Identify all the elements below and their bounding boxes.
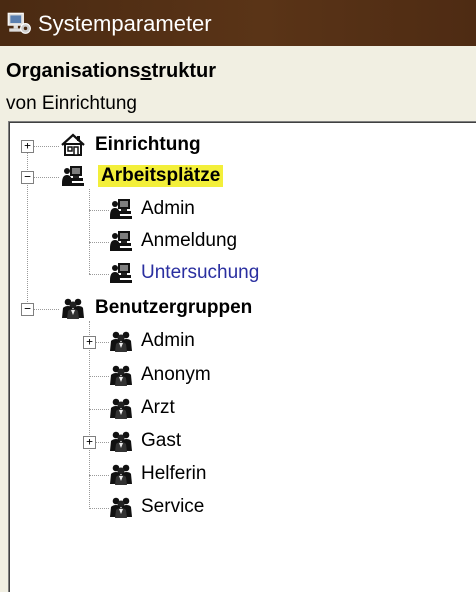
workstation-icon — [109, 229, 133, 253]
user-group-icon — [109, 429, 133, 453]
workstation-icon — [61, 164, 85, 188]
title-bar: Systemparameter — [0, 0, 476, 46]
house-icon — [61, 133, 85, 157]
tree-connector — [89, 475, 109, 476]
settings-icon — [7, 12, 31, 34]
user-group-icon — [109, 396, 133, 420]
collapse-toggle-benutzergruppen[interactable]: − — [21, 303, 34, 316]
tree-connector — [89, 376, 109, 377]
user-group-icon — [109, 495, 133, 519]
expand-toggle-group-admin[interactable]: + — [83, 336, 96, 349]
user-group-icon — [61, 296, 85, 320]
user-group-icon — [109, 363, 133, 387]
collapse-toggle-arbeitsplaetze[interactable]: − — [21, 171, 34, 184]
tree-connector — [89, 242, 109, 243]
user-group-icon — [109, 329, 133, 353]
section-subtitle: von Einrichtung — [6, 93, 137, 114]
workstation-icon — [109, 261, 133, 285]
expand-toggle-group-gast[interactable]: + — [83, 436, 96, 449]
tree-connector — [89, 189, 90, 274]
tree-connector — [89, 409, 109, 410]
tree-connector — [89, 274, 109, 275]
org-tree-panel[interactable]: + Einrichtung − Arbeitsplätze Admin Anme… — [8, 121, 476, 592]
user-group-icon — [109, 462, 133, 486]
tree-connector — [89, 508, 109, 509]
expand-toggle-einrichtung[interactable]: + — [21, 140, 34, 153]
window-title: Systemparameter — [38, 11, 212, 36]
workstation-icon — [109, 197, 133, 221]
section-heading: Organisationsstruktur — [6, 60, 217, 82]
tree-connector — [89, 321, 90, 509]
tree-connector — [89, 210, 109, 211]
